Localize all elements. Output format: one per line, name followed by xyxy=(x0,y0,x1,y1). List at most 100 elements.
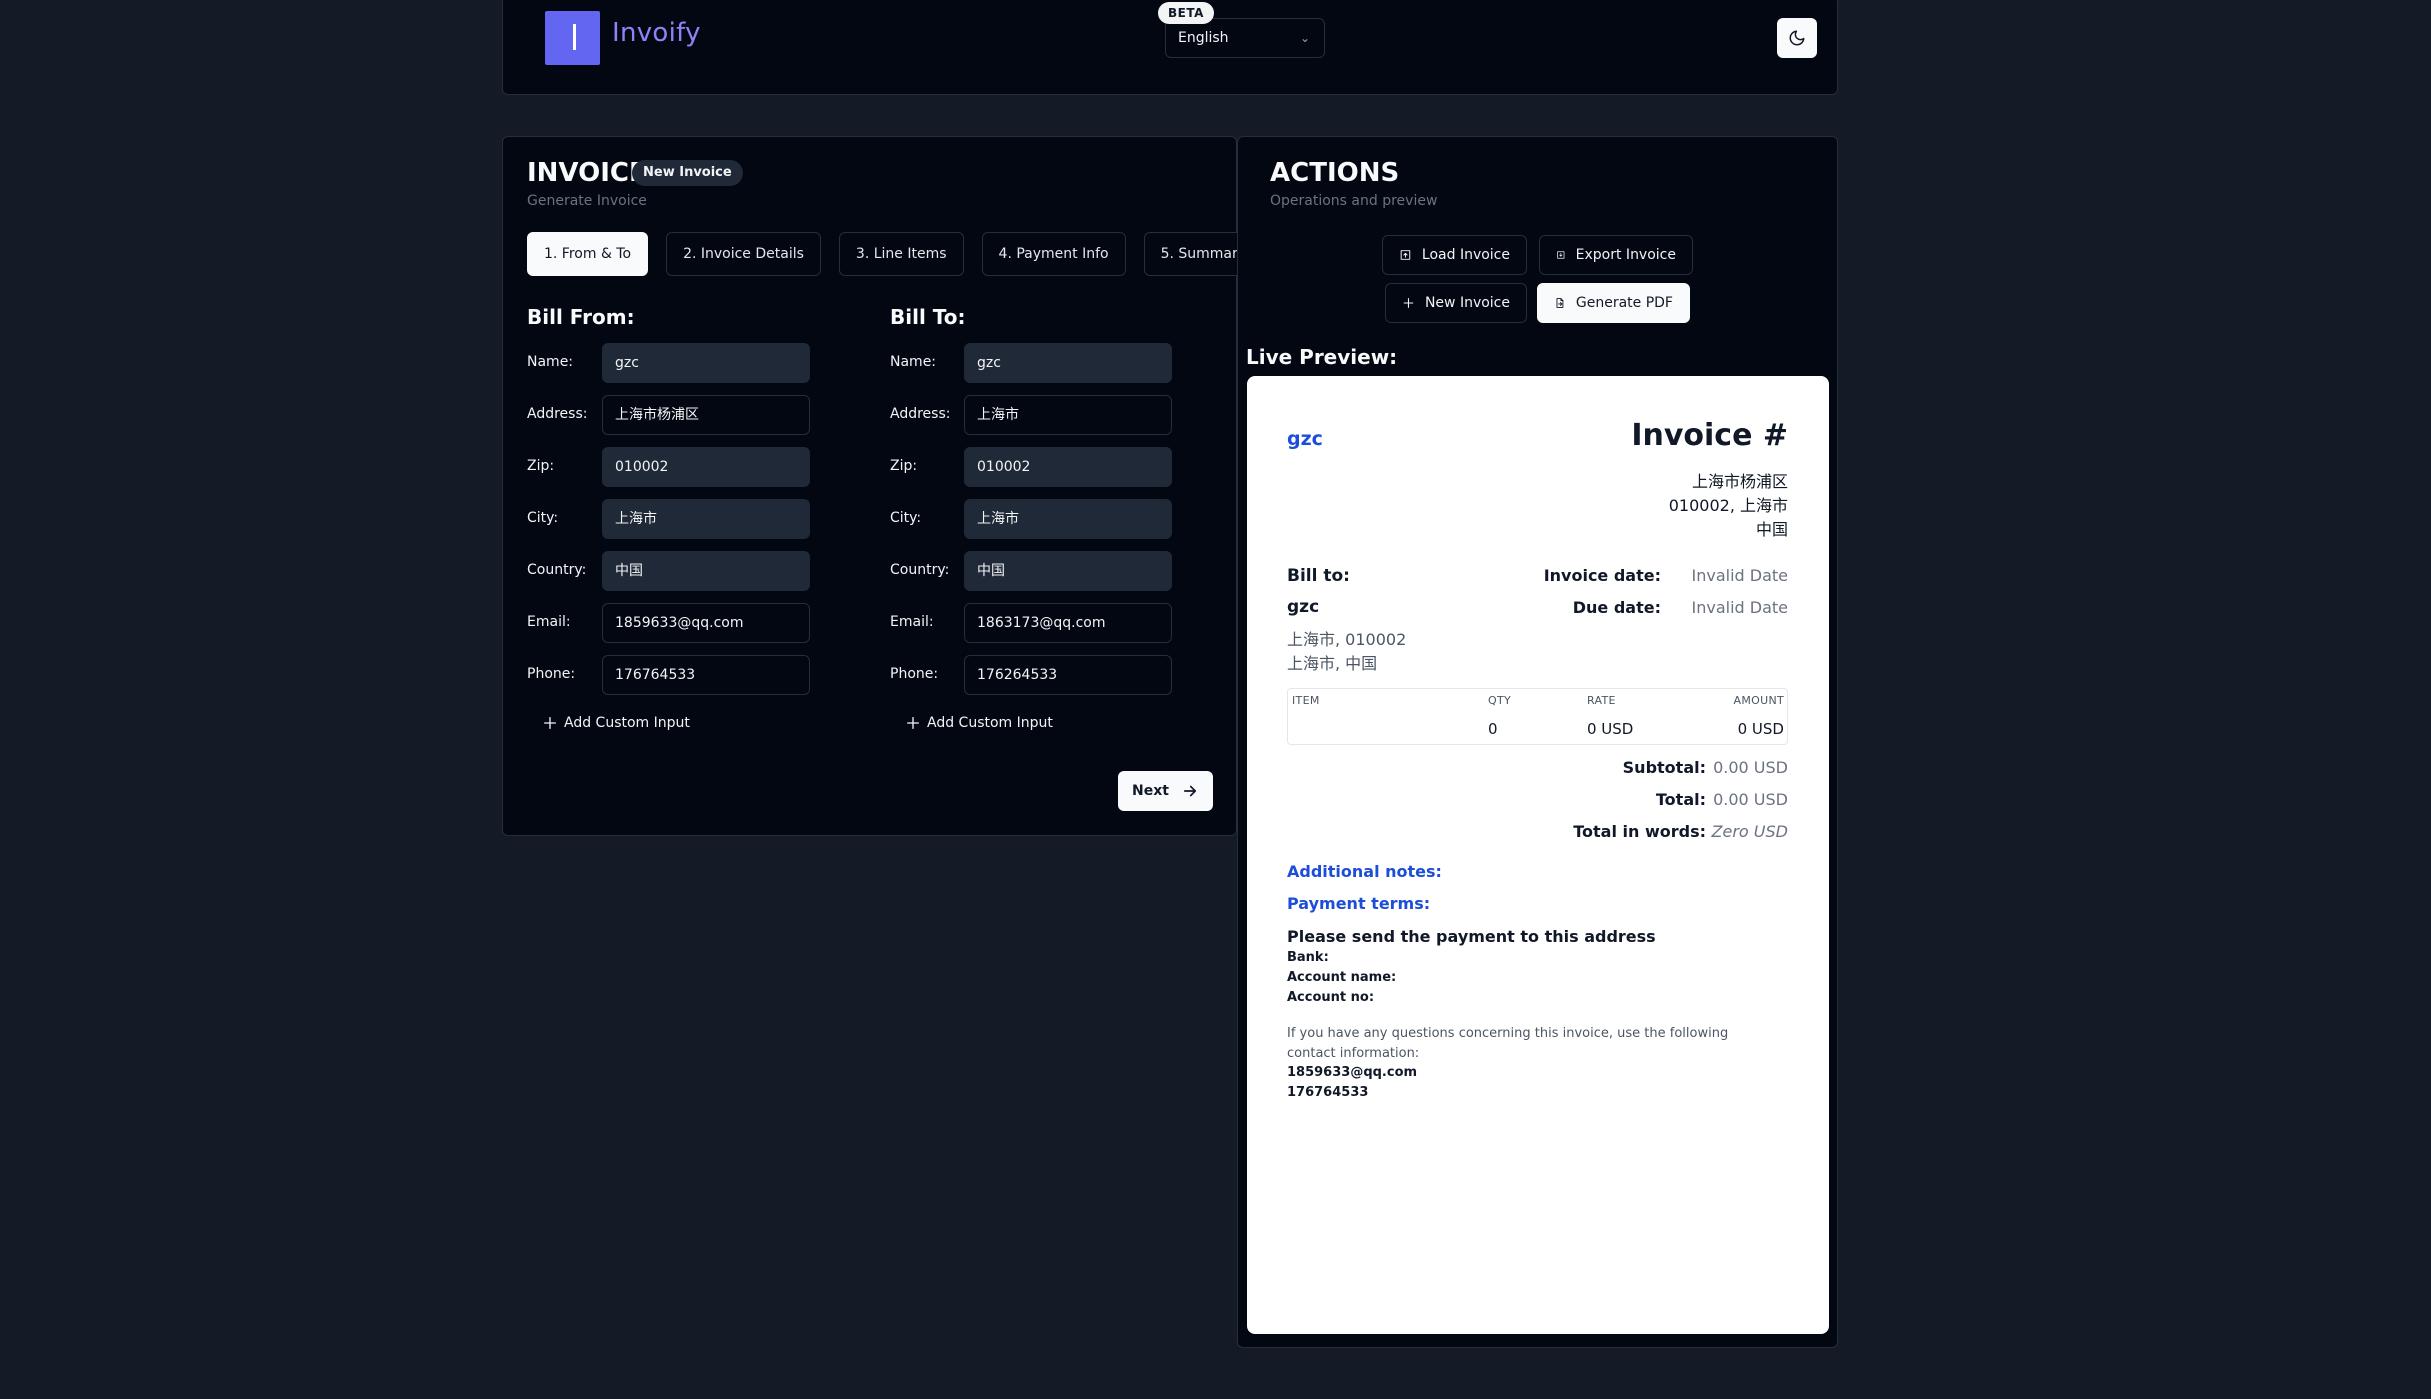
preview-due-date-value: Invalid Date xyxy=(1691,598,1788,617)
to-address-label: Address: xyxy=(890,406,951,422)
tab-from-to[interactable]: 1. From & To xyxy=(527,232,649,276)
to-name-input[interactable]: gzc xyxy=(964,343,1172,383)
preview-items-table xyxy=(1287,688,1788,745)
table-header-item: Item xyxy=(1292,694,1320,707)
from-email-input[interactable]: 1859633@qq.com xyxy=(602,603,810,643)
from-add-custom-input-button[interactable]: Add Custom Input xyxy=(542,715,690,731)
from-email-label: Email: xyxy=(527,614,571,630)
to-phone-label: Phone: xyxy=(890,666,939,682)
new-invoice-button[interactable]: New Invoice xyxy=(1385,283,1527,323)
preview-receiver-address-line1: 上海市, 010002 xyxy=(1287,630,1407,649)
to-country-label: Country: xyxy=(890,562,950,578)
to-city-label: City: xyxy=(890,510,922,526)
preview-invoice-title: Invoice # xyxy=(1631,418,1788,453)
next-label: Next xyxy=(1132,783,1169,799)
preview-contact-email: 1859633@qq.com xyxy=(1287,1065,1418,1080)
language-selected: English xyxy=(1178,30,1229,46)
table-header-amount: Amount xyxy=(1733,694,1784,707)
wizard-tabs: 1. From & To 2. Invoice Details 3. Line … xyxy=(527,232,1264,276)
tab-line-items[interactable]: 3. Line Items xyxy=(838,232,964,276)
preview-contact-phone: 176764533 xyxy=(1287,1085,1369,1100)
from-zip-label: Zip: xyxy=(527,458,555,474)
from-add-custom-label: Add Custom Input xyxy=(564,715,690,731)
next-button[interactable]: Next xyxy=(1118,771,1213,811)
from-address-input[interactable]: 上海市杨浦区 xyxy=(602,395,810,435)
to-name-label: Name: xyxy=(890,354,937,370)
from-address-label: Address: xyxy=(527,406,588,422)
from-country-input[interactable]: 中国 xyxy=(602,551,810,591)
live-preview-label: Live Preview: xyxy=(1246,345,1398,369)
table-row-qty: 0 xyxy=(1488,720,1498,738)
beta-badge: BETA xyxy=(1158,2,1214,24)
plus-icon xyxy=(907,717,919,729)
generate-pdf-button[interactable]: Generate PDF xyxy=(1537,283,1690,323)
preview-sender-address-line1: 上海市杨浦区 xyxy=(1691,472,1788,491)
from-city-input[interactable]: 上海市 xyxy=(602,499,810,539)
from-zip-input[interactable]: 010002 xyxy=(602,447,810,487)
export-invoice-label: Export Invoice xyxy=(1575,247,1676,263)
load-invoice-button[interactable]: Load Invoice xyxy=(1382,235,1527,275)
app-name[interactable]: Invoify xyxy=(612,18,701,48)
logo-bar xyxy=(573,24,576,50)
file-export-icon xyxy=(1556,298,1564,308)
to-zip-label: Zip: xyxy=(890,458,918,474)
table-header-rate: Rate xyxy=(1587,694,1616,707)
upload-icon xyxy=(1400,250,1411,260)
generate-pdf-label: Generate PDF xyxy=(1575,295,1673,311)
preview-bank-label: Bank: xyxy=(1287,950,1329,965)
preview-sender-name: gzc xyxy=(1287,428,1323,450)
to-phone-input[interactable]: 176264533 xyxy=(964,655,1172,695)
preview-invoice-date-value: Invalid Date xyxy=(1691,566,1788,585)
form-title: INVOICE xyxy=(527,158,647,188)
language-select[interactable]: English ⌄ xyxy=(1165,18,1325,58)
preview-account-no-label: Account no: xyxy=(1287,990,1375,1005)
tab-payment-info[interactable]: 4. Payment Info xyxy=(981,232,1126,276)
chevron-down-icon: ⌄ xyxy=(1299,31,1310,45)
table-header-qty: Qty xyxy=(1488,694,1511,707)
bill-to-heading: Bill To: xyxy=(890,305,966,329)
from-phone-input[interactable]: 176764533 xyxy=(602,655,810,695)
theme-toggle-button[interactable] xyxy=(1777,18,1817,58)
from-city-label: City: xyxy=(527,510,559,526)
to-country-input[interactable]: 中国 xyxy=(964,551,1172,591)
tab-invoice-details[interactable]: 2. Invoice Details xyxy=(666,232,821,276)
preview-subtotal-label: Subtotal: xyxy=(1622,758,1706,777)
form-subtitle: Generate Invoice xyxy=(527,193,647,209)
to-email-input[interactable]: 1863173@qq.com xyxy=(964,603,1172,643)
preview-contact-note: If you have any questions concerning thi… xyxy=(1287,1026,1729,1061)
plus-icon xyxy=(544,717,556,729)
preview-terms-label: Payment terms: xyxy=(1287,894,1431,913)
preview-sender-address: 上海市杨浦区 010002, 上海市 中国 xyxy=(1669,470,1788,542)
preview-invoice-date-label: Invoice date: xyxy=(1543,566,1661,585)
preview-receiver-address-line2: 上海市, 中国 xyxy=(1287,654,1378,673)
preview-bill-to-label: Bill to: xyxy=(1287,566,1350,586)
new-invoice-badge: New Invoice xyxy=(632,160,743,186)
to-add-custom-label: Add Custom Input xyxy=(927,715,1053,731)
new-invoice-label: New Invoice xyxy=(1424,295,1510,311)
actions-subtitle: Operations and preview xyxy=(1270,193,1438,209)
preview-notes-label: Additional notes: xyxy=(1287,862,1442,881)
bill-from-heading: Bill From: xyxy=(527,305,635,329)
preview-receiver-address: 上海市, 010002 上海市, 中国 xyxy=(1287,628,1406,676)
preview-subtotal-value: 0.00 USD xyxy=(1713,758,1788,777)
export-invoice-button[interactable]: Export Invoice xyxy=(1539,235,1693,275)
to-zip-input[interactable]: 010002 xyxy=(964,447,1172,487)
moon-icon xyxy=(1789,30,1805,46)
from-name-input[interactable]: gzc xyxy=(602,343,810,383)
to-city-input[interactable]: 上海市 xyxy=(964,499,1172,539)
to-email-label: Email: xyxy=(890,614,934,630)
preview-total-label: Total: xyxy=(1655,790,1706,809)
preview-account-name-label: Account name: xyxy=(1287,970,1397,985)
arrow-right-icon xyxy=(1183,785,1197,797)
from-name-label: Name: xyxy=(527,354,574,370)
from-phone-label: Phone: xyxy=(527,666,576,682)
preview-words-label: Total in words: xyxy=(1573,822,1706,841)
preview-sender-address-line2: 010002, 上海市 xyxy=(1668,496,1788,515)
preview-total-value: 0.00 USD xyxy=(1713,790,1788,809)
from-country-label: Country: xyxy=(527,562,587,578)
to-add-custom-input-button[interactable]: Add Custom Input xyxy=(905,715,1053,731)
preview-words-value: Zero USD xyxy=(1711,822,1788,841)
preview-sender-address-line3: 中国 xyxy=(1755,520,1788,539)
to-address-input[interactable]: 上海市 xyxy=(964,395,1172,435)
preview-receiver-name: gzc xyxy=(1287,597,1320,617)
